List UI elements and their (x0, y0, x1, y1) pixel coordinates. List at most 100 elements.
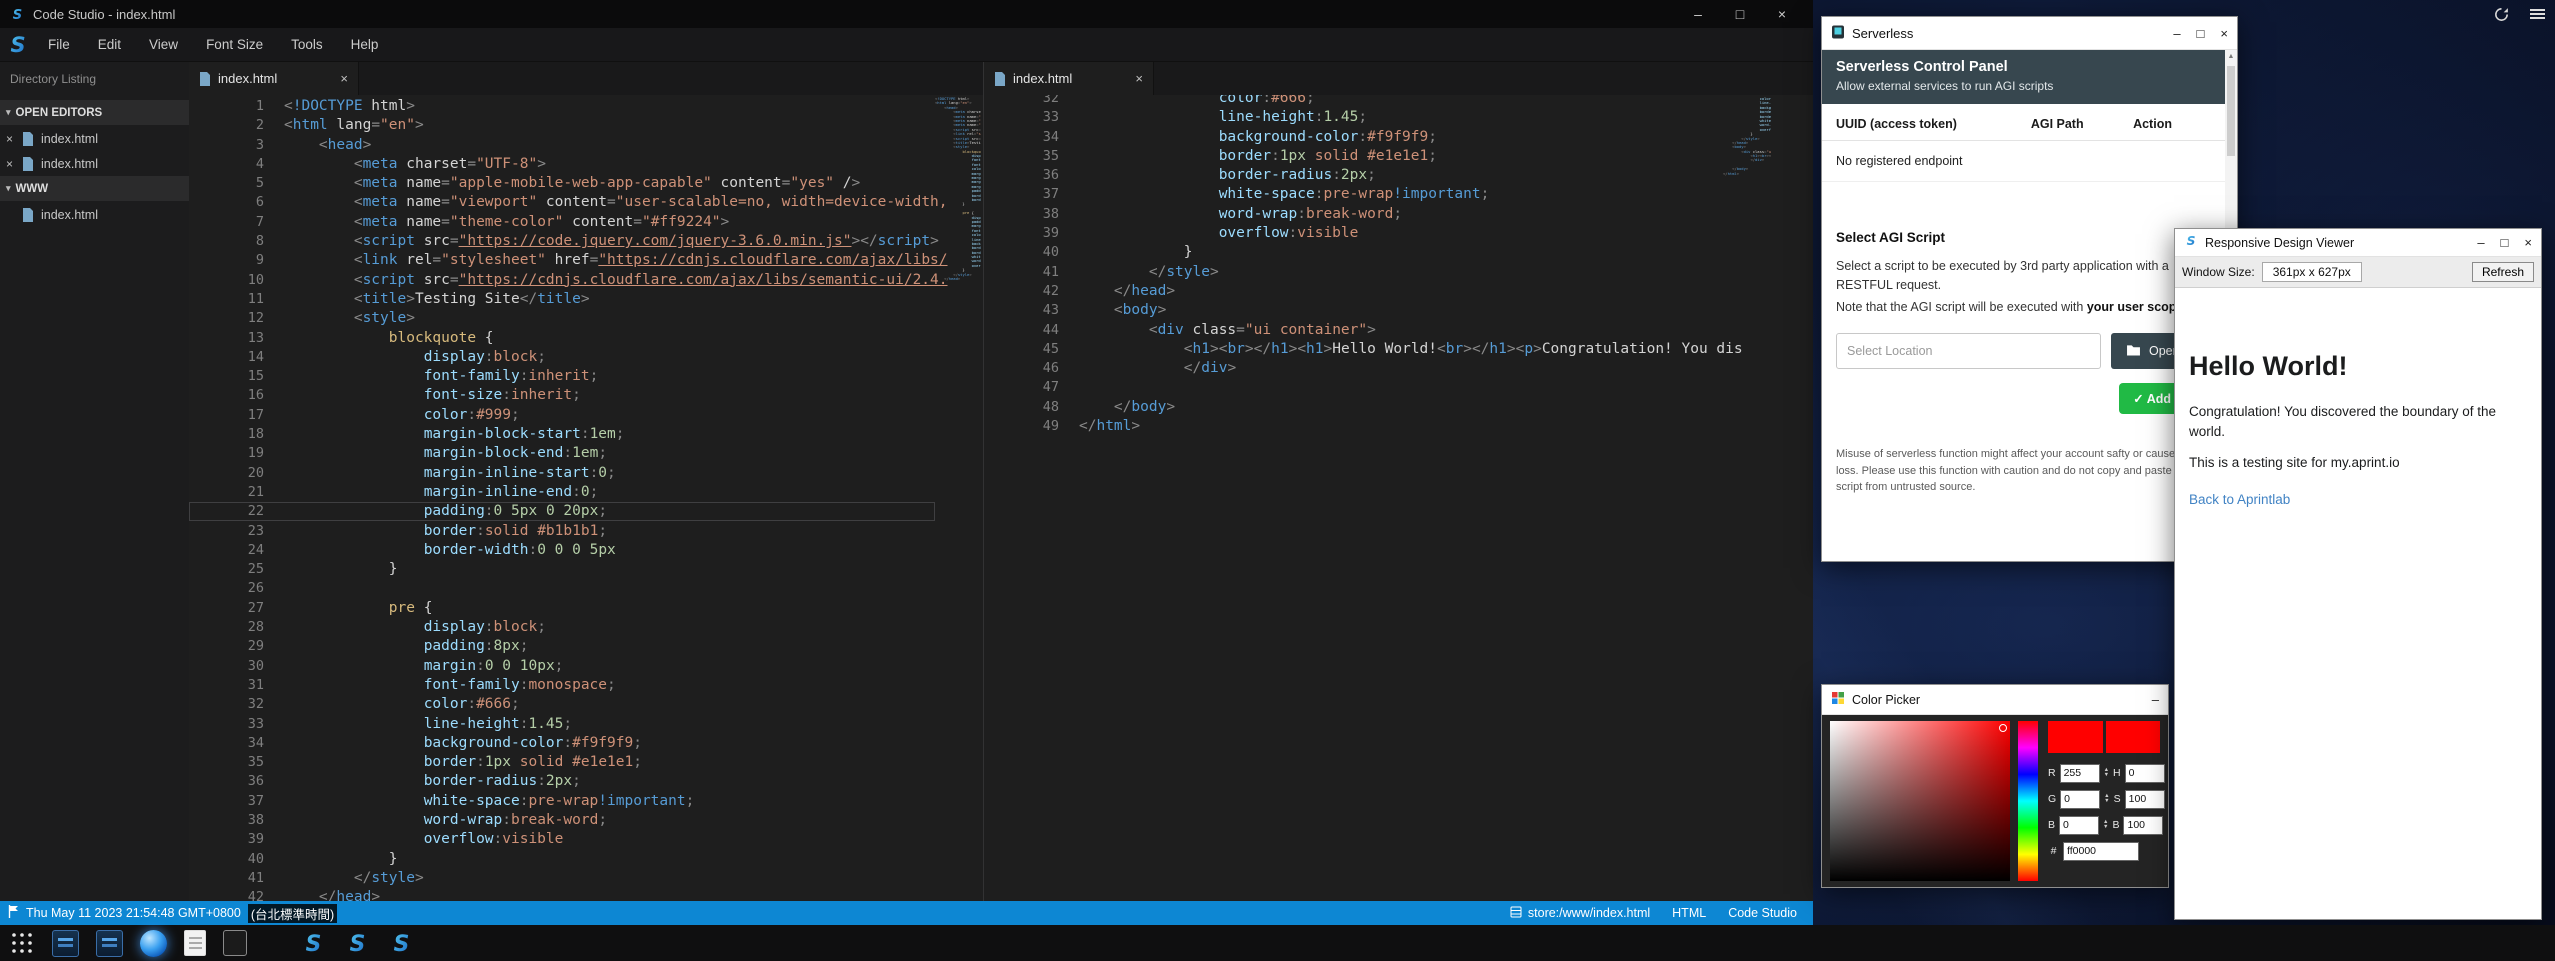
html-file-icon (994, 72, 1008, 86)
r-input[interactable] (2060, 764, 2100, 783)
b-label: B (2048, 819, 2055, 831)
menu-help[interactable]: Help (337, 28, 393, 62)
serverless-warning-text: Misuse of serverless function might affe… (1836, 446, 2211, 496)
refresh-button[interactable]: Refresh (2472, 262, 2534, 282)
page-subtext: This is a testing site for my.aprint.io (2189, 455, 2527, 470)
hex-row: # (2048, 838, 2160, 864)
brightness-input[interactable] (2123, 816, 2163, 835)
rdv-app-icon: S (2184, 234, 2198, 251)
select-location-input[interactable] (1836, 333, 2101, 369)
svg-text:S: S (394, 931, 410, 955)
maximize-icon[interactable]: □ (2501, 235, 2509, 250)
menu-bar: S FileEditViewFont SizeToolsHelp (0, 28, 1813, 62)
code-area[interactable]: 32 color:#666;33 line-height:1.45;34 bac… (984, 95, 1813, 901)
status-datetime: Thu May 11 2023 21:54:48 GMT+0800 (26, 906, 241, 920)
tab-close-icon[interactable]: × (340, 71, 348, 86)
stepper-icon[interactable]: ▲▼ (2103, 820, 2108, 830)
hex-input[interactable] (2063, 842, 2139, 861)
menu-edit[interactable]: Edit (84, 28, 135, 62)
tab-index-html[interactable]: index.html × (189, 62, 359, 95)
tab-index-html[interactable]: index.html × (984, 62, 1154, 95)
page-heading: Hello World! (2189, 351, 2527, 382)
back-to-aprintlab-link[interactable]: Back to Aprintlab (2189, 492, 2290, 507)
svg-text:S: S (2187, 234, 2196, 248)
g-label: G (2048, 793, 2056, 805)
scroll-up-icon[interactable]: ▲ (2225, 50, 2237, 60)
stepper-icon[interactable]: ▲▼ (2104, 768, 2109, 778)
saturation-value-field[interactable] (1830, 721, 2010, 881)
main-titlebar[interactable]: S Code Studio - index.html – □ × (0, 0, 1813, 28)
sidebar-item-index-html[interactable]: ×index.html (0, 126, 189, 151)
app-terminal-2-icon[interactable] (96, 930, 123, 957)
menu-file[interactable]: File (34, 28, 84, 62)
color-cursor[interactable] (1999, 724, 2007, 732)
menu-tools[interactable]: Tools (277, 28, 337, 62)
app-browser-icon[interactable] (140, 930, 167, 957)
color-picker-titlebar[interactable]: Color Picker – (1822, 685, 2168, 715)
sidebar-section-open-editors[interactable]: ▾OPEN EDITORS (0, 100, 189, 125)
window-title: Code Studio - index.html (33, 7, 175, 22)
app-code-studio-1-icon[interactable]: S (300, 930, 327, 957)
rendered-page: Hello World! Congratulation! You discove… (2175, 289, 2541, 919)
code-area[interactable]: 1<!DOCTYPE html>2<html lang="en">3 <head… (189, 95, 983, 901)
maximize-icon[interactable]: □ (1719, 6, 1761, 22)
storage-icon (1510, 906, 1522, 921)
rgb-row-blue: B ▲▼ B (2048, 812, 2160, 838)
serverless-header: Serverless Control Panel Allow external … (1822, 50, 2225, 104)
window-controls: – □ × (1677, 6, 1803, 22)
serverless-titlebar[interactable]: Serverless – □ × (1822, 17, 2237, 50)
sidebar-title: Directory Listing (0, 62, 189, 96)
editor-pane-right: index.html × 32 color:#666;33 line-heigh… (983, 62, 1813, 901)
status-language[interactable]: HTML (1672, 906, 1706, 920)
rdv-titlebar[interactable]: S Responsive Design Viewer – □ × (2175, 229, 2541, 257)
window-size-value: 361px x 627px (2262, 262, 2362, 282)
svg-text:S: S (10, 33, 25, 57)
minimize-icon[interactable]: – (2173, 26, 2180, 41)
close-icon[interactable]: × (2524, 235, 2532, 250)
minimap[interactable]: color:#666; line-height:1.45; background… (1723, 97, 1771, 901)
app-code-studio-2-icon[interactable]: S (344, 930, 371, 957)
start-menu-icon[interactable] (8, 930, 35, 957)
g-input[interactable] (2060, 790, 2100, 809)
rdv-window-title: Responsive Design Viewer (2205, 236, 2354, 250)
status-file-path[interactable]: store:/www/index.html (1510, 906, 1650, 921)
h-input[interactable] (2125, 764, 2165, 783)
stepper-icon[interactable]: ▲▼ (2104, 794, 2109, 804)
tab-bar-right: index.html × (984, 62, 1813, 95)
minimize-icon[interactable]: – (1677, 6, 1719, 22)
app-device-icon[interactable] (223, 930, 247, 956)
color-picker-content: R ▲▼ H G ▲▼ S B ▲▼ B (1822, 715, 2168, 887)
status-app[interactable]: Code Studio (1728, 906, 1797, 920)
sidebar-item-index-html[interactable]: ×index.html (0, 151, 189, 176)
code-lines[interactable]: 1<!DOCTYPE html>2<html lang="en">3 <head… (189, 97, 983, 901)
sidebar-item-index-html[interactable]: index.html (0, 202, 189, 227)
minimize-icon[interactable]: – (2477, 235, 2484, 250)
menu-bar-items: FileEditViewFont SizeToolsHelp (34, 28, 392, 62)
app-code-studio-3-icon[interactable]: S (388, 930, 415, 957)
table-header-action: Action (2133, 117, 2211, 131)
minimize-icon[interactable]: – (2152, 692, 2159, 707)
hue-slider[interactable] (2018, 721, 2038, 881)
serverless-header-subtitle: Allow external services to run AGI scrip… (1836, 79, 2211, 93)
close-icon[interactable]: × (2220, 26, 2228, 41)
endpoint-empty-message: No registered endpoint (1822, 141, 2225, 182)
desktop-menu-icon[interactable] (2527, 4, 2547, 24)
sidebar-section-www[interactable]: ▾WWW (0, 176, 189, 201)
scrollbar-thumb[interactable] (2227, 66, 2235, 156)
s-input[interactable] (2125, 790, 2165, 809)
maximize-icon[interactable]: □ (2197, 26, 2205, 41)
close-icon[interactable]: × (6, 157, 22, 171)
menu-view[interactable]: View (135, 28, 192, 62)
code-lines[interactable]: 32 color:#666;33 line-height:1.45;34 bac… (984, 95, 1813, 436)
minimap[interactable]: <!DOCTYPE html><html lang="en"> <head> <… (935, 97, 981, 901)
tab-label: index.html (1013, 71, 1072, 86)
b-input[interactable] (2059, 816, 2099, 835)
app-terminal-1-icon[interactable] (52, 930, 79, 957)
close-icon[interactable]: × (1761, 6, 1803, 22)
responsive-design-viewer-window: S Responsive Design Viewer – □ × Window … (2174, 228, 2542, 920)
desktop-refresh-icon[interactable] (2491, 4, 2511, 24)
menu-font-size[interactable]: Font Size (192, 28, 277, 62)
app-files-icon[interactable] (184, 930, 206, 956)
tab-close-icon[interactable]: × (1135, 71, 1143, 86)
close-icon[interactable]: × (6, 132, 22, 146)
